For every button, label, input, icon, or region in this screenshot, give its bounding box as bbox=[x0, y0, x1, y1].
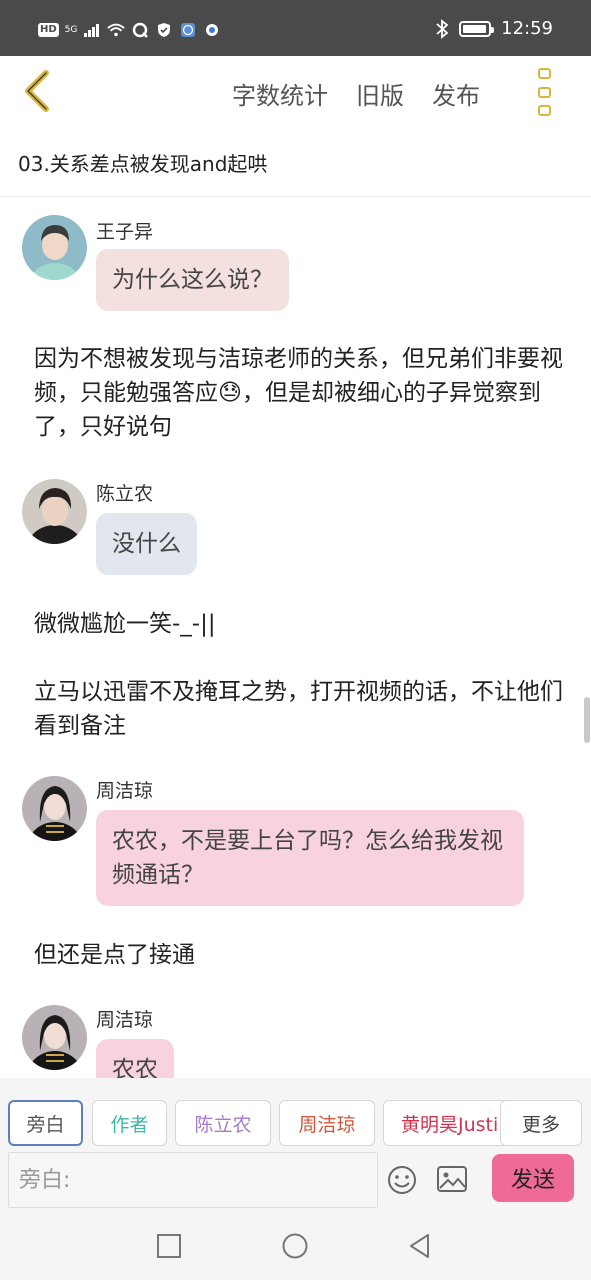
signal-icon bbox=[84, 24, 100, 37]
status-time: 12:59 bbox=[501, 18, 553, 39]
system-nav-bar bbox=[0, 1210, 591, 1280]
chat-bubble[interactable]: 农农 bbox=[96, 1039, 174, 1078]
publish-button[interactable]: 发布 bbox=[432, 76, 480, 111]
chapter-title[interactable]: 03.关系差点被发现and起哄 bbox=[18, 148, 267, 177]
q-app-icon bbox=[133, 22, 149, 38]
composer-area: 旁白 作者 陈立农 周洁琼 黄明昊Justin 更多 发送 bbox=[0, 1078, 591, 1210]
narration-text[interactable]: 因为不想被发现与洁琼老师的关系，但兄弟们非要视频，只能勉强答应😓，但是却被细心的… bbox=[34, 342, 564, 444]
circle-icon[interactable] bbox=[281, 1232, 309, 1260]
wifi-icon bbox=[107, 23, 126, 37]
role-tab-zhou-jieqiong[interactable]: 周洁琼 bbox=[279, 1100, 375, 1146]
triangle-back-icon[interactable] bbox=[406, 1232, 434, 1260]
status-right: 12:59 bbox=[435, 18, 553, 39]
role-tab-huang-minghao[interactable]: 黄明昊Justin bbox=[383, 1100, 513, 1146]
status-left: HD 5G bbox=[38, 22, 221, 38]
avatar[interactable] bbox=[22, 1005, 87, 1070]
message-input-box bbox=[8, 1152, 378, 1208]
hd-badge: HD bbox=[38, 23, 59, 37]
status-bar: HD 5G 12:59 bbox=[0, 0, 591, 56]
square-icon[interactable] bbox=[155, 1232, 183, 1260]
role-tab-chen-linong[interactable]: 陈立农 bbox=[175, 1100, 271, 1146]
narration-text[interactable]: 立马以迅雷不及掩耳之势，打开视频的话，不让他们看到备注 bbox=[34, 675, 564, 743]
battery-icon bbox=[459, 20, 495, 37]
emoji-icon[interactable] bbox=[386, 1164, 418, 1196]
sender-name: 周洁琼 bbox=[96, 780, 154, 802]
globe-app-icon bbox=[181, 23, 196, 37]
old-version-button[interactable]: 旧版 bbox=[356, 76, 404, 111]
more-vertical-icon[interactable] bbox=[532, 68, 556, 116]
send-button[interactable]: 发送 bbox=[492, 1154, 574, 1202]
chat-bubble[interactable]: 为什么这么说？ bbox=[96, 249, 289, 311]
back-chevron-icon[interactable] bbox=[20, 68, 60, 114]
avatar[interactable] bbox=[22, 479, 87, 544]
more-roles-button[interactable]: 更多 bbox=[500, 1100, 582, 1146]
search-app-icon bbox=[206, 24, 219, 36]
narration-text[interactable]: 微微尴尬一笑-_-|| bbox=[34, 607, 564, 641]
avatar[interactable] bbox=[22, 215, 87, 280]
shield-icon bbox=[158, 23, 171, 37]
bluetooth-icon bbox=[436, 18, 449, 39]
sender-name: 王子异 bbox=[96, 221, 154, 243]
chat-bubble[interactable]: 农农，不是要上台了吗？怎么给我发视频通话？ bbox=[96, 810, 524, 906]
image-icon[interactable] bbox=[436, 1164, 468, 1194]
role-selector: 旁白 作者 陈立农 周洁琼 黄明昊Justin 更多 bbox=[8, 1100, 591, 1146]
avatar[interactable] bbox=[22, 776, 87, 841]
chat-content[interactable]: 王子异 为什么这么说？ 因为不想被发现与洁琼老师的关系，但兄弟们非要视频，只能勉… bbox=[0, 197, 591, 1078]
top-toolbar: 字数统计 旧版 发布 bbox=[0, 56, 591, 128]
narration-text[interactable]: 但还是点了接通 bbox=[34, 938, 564, 972]
sender-name: 周洁琼 bbox=[96, 1009, 154, 1031]
network-type: 5G bbox=[64, 25, 78, 35]
role-tab-author[interactable]: 作者 bbox=[92, 1100, 167, 1146]
chat-bubble[interactable]: 没什么 bbox=[96, 513, 197, 575]
input-row: 发送 bbox=[8, 1152, 591, 1208]
toolbar-actions: 字数统计 旧版 发布 bbox=[232, 76, 480, 111]
role-tab-narrator[interactable]: 旁白 bbox=[8, 1100, 83, 1146]
word-count-button[interactable]: 字数统计 bbox=[232, 76, 328, 111]
scrollbar-thumb[interactable] bbox=[584, 697, 590, 743]
sender-name: 陈立农 bbox=[96, 483, 154, 505]
message-input[interactable] bbox=[9, 1153, 377, 1207]
